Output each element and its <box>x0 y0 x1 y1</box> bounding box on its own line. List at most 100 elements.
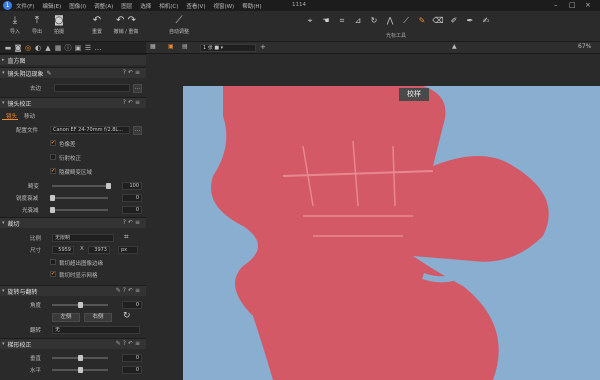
section-actions-icon[interactable]: ?↶≡ <box>123 69 142 76</box>
light-falloff-slider[interactable] <box>52 209 108 211</box>
grid-view-icon[interactable]: ▦ <box>150 43 156 50</box>
vertical-value[interactable]: 0 <box>122 354 142 362</box>
distortion-value[interactable]: 100 <box>122 182 142 190</box>
left-tool-panel: ▸ 直方图 ▾ 镜头阴边现象 ✎ ?↶≡ 去边 … ▾ 镜头校正 ?↶≡ 镜头 … <box>0 54 146 380</box>
sharpness-falloff-slider-thumb[interactable] <box>50 195 55 201</box>
menu-adjust[interactable]: 调整(A) <box>94 2 113 10</box>
distortion-slider[interactable] <box>52 185 108 187</box>
rotate-left-button[interactable]: 左侧 <box>52 313 80 322</box>
section-actions-icon[interactable]: ?↶≡ <box>123 219 142 226</box>
rotate-flip-header[interactable]: ▾ 旋转与翻转 ✎?↶≡ <box>0 285 146 296</box>
multi-view-icon[interactable]: ▤ <box>182 43 188 50</box>
import-label: 导入 <box>9 29 20 35</box>
library-tab-icon[interactable]: ▬ <box>3 44 13 52</box>
horizontal-slider-thumb[interactable] <box>78 367 83 373</box>
lens-profile-select[interactable]: Canon EF 24-70mm f/2.8L... <box>50 126 130 134</box>
menu-layer[interactable]: 图层 <box>121 2 132 10</box>
light-falloff-value[interactable]: 0 <box>122 206 142 214</box>
rotate-tool-icon[interactable]: ↻ <box>366 16 382 26</box>
rotate-reset-icon[interactable]: ↻ <box>123 311 131 321</box>
menu-window[interactable]: 视窗(W) <box>213 2 234 10</box>
capture-tab-icon[interactable]: ◙ <box>13 44 23 52</box>
warning-icon[interactable]: ▲ <box>452 43 457 50</box>
keystone-tool-icon[interactable]: ⋀ <box>382 16 398 26</box>
crop-outside-checkbox[interactable] <box>50 259 56 265</box>
tab-move[interactable]: 移动 <box>24 112 35 120</box>
menu-image[interactable]: 图像(I) <box>69 2 86 10</box>
vignette-header[interactable]: ▾ 镜头阴边现象 ✎ ?↶≡ <box>0 67 146 78</box>
menu-edit[interactable]: 编辑(E) <box>42 2 61 10</box>
vignette-more-button[interactable]: … <box>133 84 142 93</box>
add-icon[interactable]: + <box>260 43 266 51</box>
color-tab-icon[interactable]: ◐ <box>33 44 43 52</box>
angle-slider-thumb[interactable] <box>78 302 83 308</box>
zoom-level[interactable]: 67% <box>578 43 591 50</box>
vignette-remove-select[interactable] <box>54 84 130 92</box>
annotate-icon[interactable]: ✍ <box>478 16 494 26</box>
capture-button[interactable]: ◙ 拍摄 <box>48 14 70 35</box>
lens-correction-header[interactable]: ▾ 镜头校正 ?↶≡ <box>0 97 146 108</box>
flip-select[interactable]: 无 <box>52 326 140 334</box>
single-view-icon[interactable]: ▣ <box>168 43 174 50</box>
hide-distorted-checkbox[interactable]: ✔ <box>50 168 56 174</box>
gradient-mask-icon[interactable]: ✐ <box>446 16 462 26</box>
chromatic-checkbox[interactable]: ✔ <box>50 140 56 146</box>
crop-header[interactable]: ▾ 裁切 ?↶≡ <box>0 217 146 228</box>
menu-file[interactable]: 文件(F) <box>16 2 34 10</box>
menu-camera[interactable]: 相机(C) <box>159 2 178 10</box>
edit-pencil-icon[interactable]: ✎ <box>47 70 52 77</box>
sharpness-falloff-slider[interactable] <box>52 197 108 199</box>
add-tab-icon[interactable]: … <box>93 44 103 52</box>
batch-tab-icon[interactable]: ☰ <box>83 44 93 52</box>
keystone-header[interactable]: ▾ 梯形校正 ✎?↶≡ <box>0 338 146 349</box>
reset-button[interactable]: ↶ 重置 <box>86 14 108 35</box>
light-falloff-slider-thumb[interactable] <box>50 207 55 213</box>
crop-grid-checkbox[interactable]: ✔ <box>50 271 56 277</box>
color-picker-icon[interactable]: ✒ <box>462 16 478 26</box>
crop-tool-icon[interactable]: ⌗ <box>124 232 129 242</box>
vertical-slider-thumb[interactable] <box>78 355 83 361</box>
select-cursor-icon[interactable]: ⌖ <box>302 16 318 26</box>
straighten-icon[interactable]: ⊿ <box>350 16 366 26</box>
photo[interactable] <box>183 86 600 380</box>
histogram-header[interactable]: ▸ 直方图 <box>0 54 146 65</box>
export-button[interactable]: ⤒ 导出 <box>26 14 48 35</box>
diffraction-checkbox[interactable] <box>50 154 56 160</box>
crop-tool-icon[interactable]: ⌗ <box>334 16 350 26</box>
section-actions-icon[interactable]: ?↶≡ <box>123 99 142 106</box>
maximize-icon[interactable]: □ <box>569 1 576 9</box>
menu-select[interactable]: 选择 <box>140 2 151 10</box>
undo-redo-label: 撤销 / 重做 <box>113 29 139 35</box>
details-tab-icon[interactable]: ▦ <box>53 44 63 52</box>
exposure-tab-icon[interactable]: ▲ <box>43 44 53 52</box>
ratio-select[interactable]: 无限制 <box>52 234 114 242</box>
eraser-icon[interactable]: ⌫ <box>430 16 446 26</box>
profile-more-button[interactable]: … <box>133 126 142 135</box>
rotate-right-button[interactable]: 右侧 <box>84 313 112 322</box>
import-icon: ⤓ <box>12 15 18 26</box>
distortion-slider-thumb[interactable] <box>106 183 111 189</box>
sharpness-falloff-value[interactable]: 0 <box>122 194 142 202</box>
output-tab-icon[interactable]: ▣ <box>73 44 83 52</box>
horizontal-value[interactable]: 0 <box>122 366 142 374</box>
undo-redo-button[interactable]: ↶ ↷ 撤销 / 重做 <box>108 14 144 35</box>
lens-tab-icon[interactable]: ◎ <box>23 44 33 52</box>
menu-view[interactable]: 查看(V) <box>186 2 205 10</box>
brush-tool-icon[interactable]: ✎ <box>414 16 430 26</box>
pan-hand-icon[interactable]: ☚ <box>318 16 334 26</box>
section-actions-icon[interactable]: ✎?↶≡ <box>116 340 142 347</box>
crop-height-field[interactable]: 3973 <box>88 246 110 254</box>
section-actions-icon[interactable]: ✎?↶≡ <box>116 287 142 294</box>
metadata-tab-icon[interactable]: ⓘ <box>63 43 73 53</box>
menu-help[interactable]: 帮助(H) <box>242 2 261 10</box>
crop-width-field[interactable]: 5959 <box>52 246 74 254</box>
import-button[interactable]: ⤓ 导入 <box>4 14 26 35</box>
close-icon[interactable]: × <box>585 1 591 9</box>
spot-removal-icon[interactable]: ⟋ <box>398 16 414 26</box>
angle-value[interactable]: 0 <box>122 301 142 309</box>
crop-unit-select[interactable]: px <box>118 246 138 254</box>
view-layout-select[interactable]: 1 张 ■ ▾ <box>200 44 256 52</box>
auto-adjust-button[interactable]: ⟋ 自动调整 <box>164 14 194 35</box>
minimize-icon[interactable]: – <box>554 1 558 9</box>
ratio-label: 比例 <box>30 236 42 242</box>
